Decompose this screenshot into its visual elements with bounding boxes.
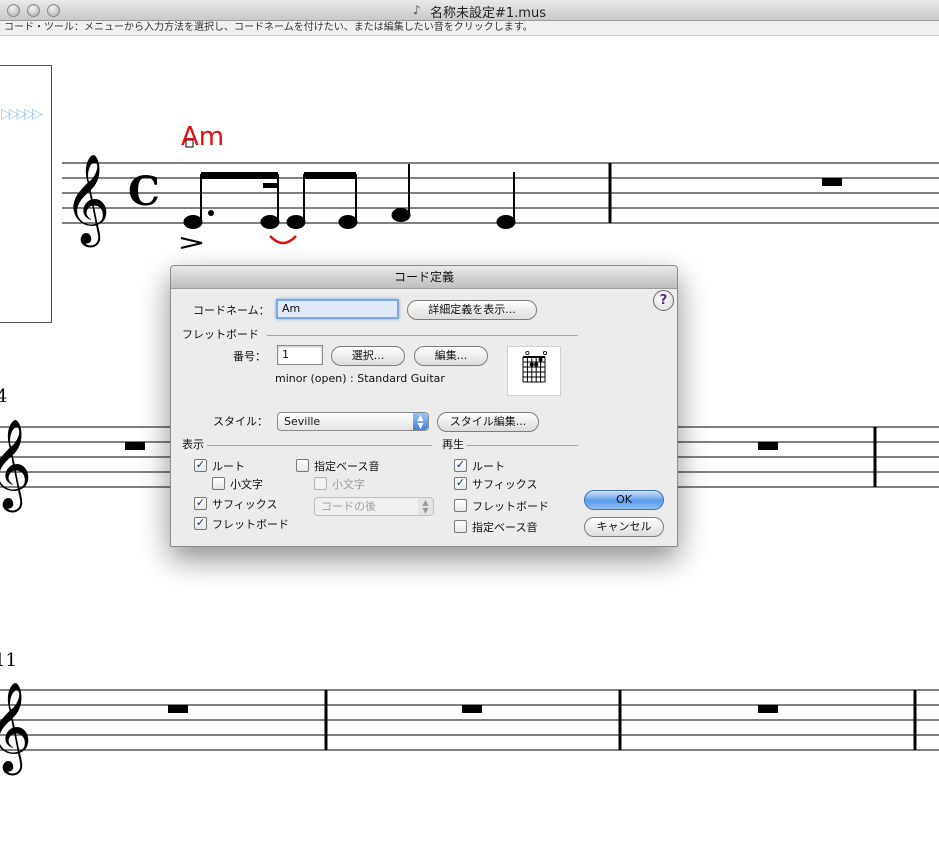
playback-suffix-checkbox[interactable]: ✓ — [454, 477, 467, 490]
dot — [208, 210, 214, 216]
help-button[interactable]: ? — [653, 290, 674, 311]
display-alt-bass-checkbox[interactable] — [296, 459, 309, 472]
display-lowercase-checkbox[interactable] — [212, 477, 225, 490]
whole-rest-icon — [822, 178, 842, 186]
ok-button[interactable]: OK — [584, 490, 664, 510]
alt-bass-lowercase-checkbox[interactable] — [314, 477, 327, 490]
alt-bass-lowercase-label: 小文字 — [332, 478, 365, 491]
display-suffix-checkbox[interactable]: ✓ — [194, 497, 207, 510]
number-label: 番号： — [233, 350, 266, 363]
display-suffix-label: サフィックス — [212, 498, 278, 511]
separator — [267, 335, 578, 336]
playback-root-checkbox[interactable]: ✓ — [454, 459, 467, 472]
playback-fretboard-checkbox[interactable] — [454, 499, 467, 512]
style-edit-button[interactable]: スタイル編集... — [437, 412, 539, 432]
display-section-label: 表示 — [182, 438, 204, 451]
treble-clef-icon: 𝄞 — [0, 682, 32, 776]
alt-bass-position-select[interactable]: コードの後 ▲ ▼ — [314, 497, 434, 516]
playback-alt-bass-checkbox[interactable] — [454, 520, 467, 533]
chord-name-input[interactable]: Am — [276, 299, 399, 319]
style-select-value: Seville — [284, 415, 321, 428]
display-alt-bass-label: 指定ベース音 — [314, 460, 380, 473]
playback-fretboard-label: フレットボード — [472, 500, 549, 513]
tie-icon — [269, 235, 297, 245]
playback-section-label: 再生 — [442, 438, 464, 451]
measure-number: 4 — [0, 386, 7, 407]
playback-alt-bass-label: 指定ベース音 — [472, 521, 538, 534]
accent-icon — [180, 237, 203, 249]
playback-suffix-label: サフィックス — [472, 478, 538, 491]
fretboard-section-label: フレットボード — [182, 328, 259, 341]
note-head — [183, 215, 203, 229]
display-lowercase-label: 小文字 — [230, 478, 263, 491]
fretboard-number-input[interactable]: 1 — [277, 345, 323, 365]
select-button[interactable]: 選択... — [331, 346, 405, 366]
treble-clef-icon: 𝄞 — [64, 154, 110, 248]
playback-root-label: ルート — [472, 460, 505, 473]
measure-number: 11 — [0, 650, 17, 671]
dialog-title: コード定義 — [171, 266, 677, 289]
chord-diagram[interactable] — [507, 346, 561, 396]
display-fretboard-label: フレットボード — [212, 518, 289, 531]
chord-definition-dialog: コード定義 ? コードネーム： Am 詳細定義を表示... フレットボード 番号… — [170, 265, 678, 547]
edit-fretboard-button[interactable]: 編集... — [414, 346, 488, 366]
fretboard-diagram-icon — [522, 351, 548, 383]
display-fretboard-checkbox[interactable]: ✓ — [194, 517, 207, 530]
treble-clef-icon: 𝄞 — [0, 419, 32, 513]
popup-arrows-icon: ▲ ▼ — [418, 498, 433, 515]
style-label: スタイル： — [213, 415, 268, 428]
fretboard-description: minor (open) : Standard Guitar — [275, 372, 445, 385]
alt-bass-position-value: コードの後 — [321, 500, 376, 513]
separator — [207, 445, 432, 446]
display-root-checkbox[interactable]: ✓ — [194, 459, 207, 472]
separator — [467, 445, 578, 446]
chord-name-label: コードネーム： — [193, 304, 270, 317]
popup-arrows-icon: ▲ ▼ — [413, 413, 428, 430]
show-advanced-button[interactable]: 詳細定義を表示... — [407, 300, 537, 320]
display-root-label: ルート — [212, 460, 245, 473]
cancel-button[interactable]: キャンセル — [584, 517, 664, 537]
chord-symbol: Am — [181, 122, 224, 152]
common-time-icon: C — [128, 168, 160, 215]
style-select[interactable]: Seville ▲ ▼ — [277, 412, 429, 431]
